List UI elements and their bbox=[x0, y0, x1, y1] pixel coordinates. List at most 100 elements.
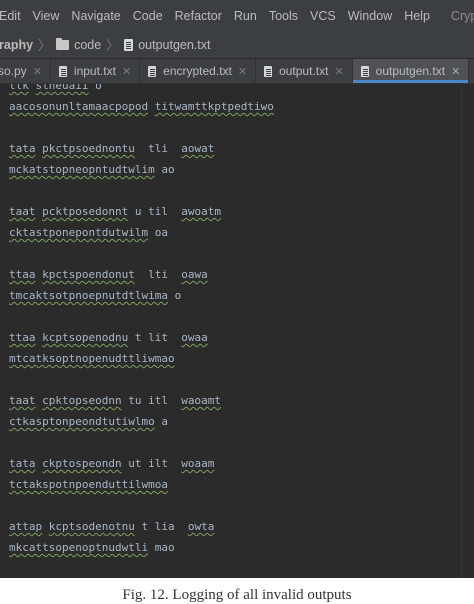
text-file-icon bbox=[360, 65, 369, 77]
editor-line: cktastponepontdutwilm oa bbox=[9, 222, 460, 243]
flagged-word: mckatstopneopntudtwlim bbox=[9, 163, 155, 176]
flagged-word: waoamt bbox=[181, 394, 221, 407]
plain-text: a bbox=[154, 415, 168, 428]
editor-line: mkcattsopenoptnudwtli mao bbox=[9, 537, 460, 558]
plain-text: o bbox=[167, 289, 182, 302]
flagged-word: ckptospeondn bbox=[42, 457, 122, 470]
chevron-right-icon: 〉 bbox=[106, 38, 120, 53]
plain-text: o bbox=[88, 84, 102, 92]
menu-help[interactable]: Help bbox=[399, 9, 437, 23]
flagged-word: woaam bbox=[181, 457, 215, 470]
plain-text bbox=[29, 84, 36, 92]
breadcrumb-file-label: outputgen.txt bbox=[138, 37, 211, 52]
editor-line: tctakspotnpoenduttilwmoa bbox=[9, 474, 460, 495]
menu-view[interactable]: View bbox=[28, 9, 67, 23]
plain-text: mao bbox=[148, 541, 175, 554]
figure-caption: Fig. 12. Logging of all invalid outputs bbox=[122, 587, 352, 603]
flagged-word: tctakspotnpoenduttilwmoa bbox=[9, 478, 168, 491]
flagged-word: taat bbox=[9, 205, 36, 218]
chevron-right-icon: 〉 bbox=[38, 38, 52, 53]
flagged-word: cpktopseodnn bbox=[42, 394, 122, 407]
text-file-icon bbox=[58, 65, 67, 77]
tab-output-txt[interactable]: output.txt ✕ bbox=[256, 59, 353, 83]
menu-edit[interactable]: Edit bbox=[0, 9, 28, 23]
flagged-word: owaa bbox=[181, 331, 208, 344]
flagged-word: cktastponepontdutwilm bbox=[9, 226, 149, 239]
breadcrumb-folder-label: code bbox=[74, 37, 102, 52]
breadcrumb-project[interactable]: raphy bbox=[0, 38, 33, 52]
menu-refactor[interactable]: Refactor bbox=[170, 9, 229, 23]
plain-text: lti bbox=[134, 268, 182, 281]
tab-encrypted-txt[interactable]: encrypted.txt ✕ bbox=[140, 59, 257, 83]
text-editor[interactable]: ttk stheuaii o aacosonunltamaacpopod titw… bbox=[0, 84, 474, 578]
flagged-word: ttaa bbox=[9, 331, 36, 344]
flagged-word: kcptsodenotnu bbox=[48, 520, 135, 533]
menu-bar: Edit View Navigate Code Refactor Run Too… bbox=[0, 0, 474, 32]
flagged-word: attap bbox=[9, 520, 43, 533]
breadcrumb: raphy 〉 code 〉 outputgen.txt bbox=[0, 31, 474, 59]
editor-line: mckatstopneopntudtwlim ao bbox=[9, 159, 460, 180]
close-icon[interactable]: ✕ bbox=[33, 65, 42, 78]
close-icon[interactable]: ✕ bbox=[334, 65, 343, 78]
plain-text: tu itl bbox=[121, 394, 182, 407]
flagged-word: tata bbox=[9, 142, 36, 155]
tab-label: so.py bbox=[0, 64, 27, 78]
breadcrumb-file[interactable]: outputgen.txt bbox=[124, 38, 210, 52]
editor-line: taat cpktopseodnn tu itl waoamt bbox=[9, 390, 460, 411]
flagged-word: awoatm bbox=[181, 205, 221, 218]
plain-text: tli bbox=[134, 142, 182, 155]
tab-label: output.txt bbox=[279, 64, 329, 78]
plain-text: oa bbox=[148, 226, 168, 239]
close-icon[interactable]: ✕ bbox=[451, 65, 460, 78]
editor-line: ttk stheuaii o bbox=[9, 84, 460, 96]
tab-outputgen-txt[interactable]: outputgen.txt ✕ bbox=[352, 59, 470, 83]
folder-icon bbox=[56, 37, 70, 50]
menu-run[interactable]: Run bbox=[229, 9, 264, 23]
plain-text: u til bbox=[128, 205, 182, 218]
editor-line: tata pkctpsoednontu tli aowat bbox=[9, 138, 460, 159]
vertical-scrollbar[interactable] bbox=[461, 84, 474, 578]
editor-line: ttaa kcptsopenodnu t lit owaa bbox=[9, 327, 460, 348]
flagged-word: ctkasptonpeondtutiwlmo bbox=[9, 415, 155, 428]
flagged-word: mkcattsopenoptnudwtli bbox=[9, 541, 149, 554]
flagged-word: ttk bbox=[9, 84, 29, 92]
close-icon[interactable]: ✕ bbox=[122, 65, 131, 78]
close-icon[interactable]: ✕ bbox=[238, 65, 247, 78]
tab-label: encrypted.txt bbox=[163, 64, 232, 78]
plain-text bbox=[148, 100, 155, 113]
editor-line: tata ckptospeondn ut ilt woaam bbox=[9, 453, 460, 474]
editor-text-area[interactable]: ttk stheuaii o aacosonunltamaacpopod titw… bbox=[9, 84, 460, 578]
tab-input-txt[interactable]: input.txt ✕ bbox=[51, 59, 141, 83]
tab-label: input.txt bbox=[73, 64, 116, 78]
flagged-word: pcktposedonnt bbox=[42, 205, 129, 218]
menu-vcs[interactable]: VCS bbox=[305, 9, 343, 23]
flagged-word: mtcatksoptnopenudttliwmao bbox=[9, 352, 175, 365]
breadcrumb-folder[interactable]: code bbox=[56, 37, 102, 52]
flagged-word: taat bbox=[9, 394, 36, 407]
editor-line: mtcatksoptnopenudttliwmao bbox=[9, 348, 460, 369]
plain-text bbox=[42, 520, 49, 533]
flagged-word: kcptsopenodnu bbox=[42, 331, 129, 344]
flagged-word: tmcaktsotpnoepnutdtlwima bbox=[9, 289, 168, 302]
plain-text: t lia bbox=[134, 520, 188, 533]
menu-window[interactable]: Window bbox=[343, 9, 399, 23]
tab-so-py[interactable]: so.py ✕ bbox=[0, 59, 51, 83]
flagged-word: titwamttkptpedtiwo bbox=[154, 100, 274, 113]
menu-navigate[interactable]: Navigate bbox=[66, 9, 127, 23]
flagged-word: ttaa bbox=[9, 268, 36, 281]
flagged-word: oawa bbox=[181, 268, 208, 281]
menu-tools[interactable]: Tools bbox=[264, 9, 305, 23]
ide-window: Edit View Navigate Code Refactor Run Too… bbox=[0, 0, 474, 578]
plain-text: t lit bbox=[128, 331, 182, 344]
editor-tab-bar: so.py ✕ input.txt ✕ encrypted.txt ✕ outp… bbox=[0, 59, 474, 84]
flagged-word: tata bbox=[9, 457, 36, 470]
flagged-word: kpctspoendonut bbox=[42, 268, 135, 281]
menu-code[interactable]: Code bbox=[128, 9, 170, 23]
